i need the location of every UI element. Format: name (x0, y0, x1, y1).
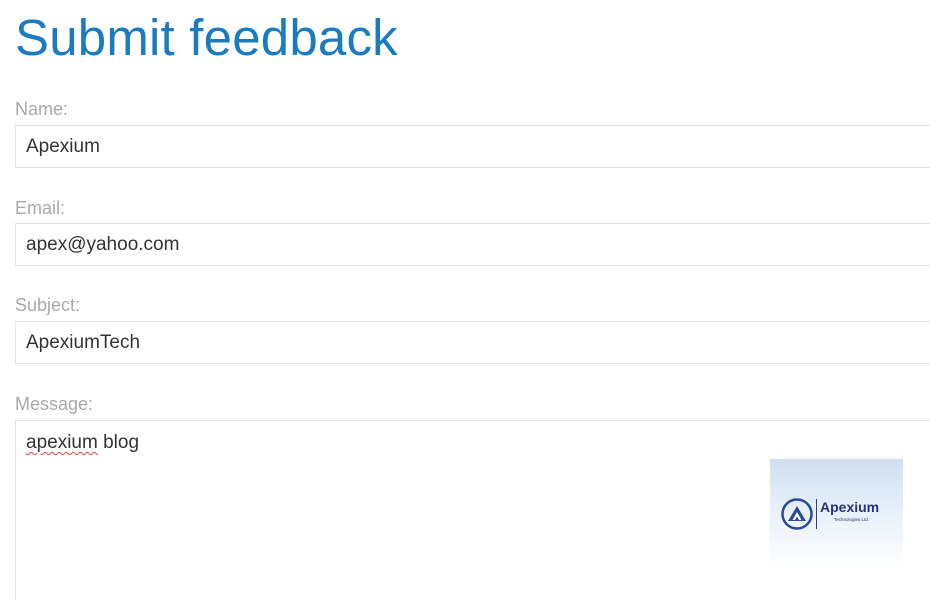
name-label: Name: (15, 99, 69, 119)
feedback-page: Submit feedback Name: Email: Subject: Me… (0, 0, 930, 600)
apexium-logo-icon (781, 498, 813, 530)
message-label: Message: (15, 394, 94, 414)
subject-label: Subject: (15, 295, 81, 315)
logo-divider (816, 499, 817, 529)
subject-field[interactable] (15, 321, 930, 364)
logo-brand-name: Apexium (820, 499, 880, 515)
email-label: Email: (15, 198, 66, 218)
apexium-logo-image: Apexium Technologies Ltd. (770, 459, 903, 569)
email-field[interactable] (15, 223, 930, 266)
message-text: blog (97, 432, 140, 453)
name-field[interactable] (15, 125, 930, 168)
logo-tagline: Technologies Ltd. (834, 517, 870, 522)
page-title: Submit feedback (15, 9, 398, 66)
misspelled-word: apexium (26, 432, 98, 453)
